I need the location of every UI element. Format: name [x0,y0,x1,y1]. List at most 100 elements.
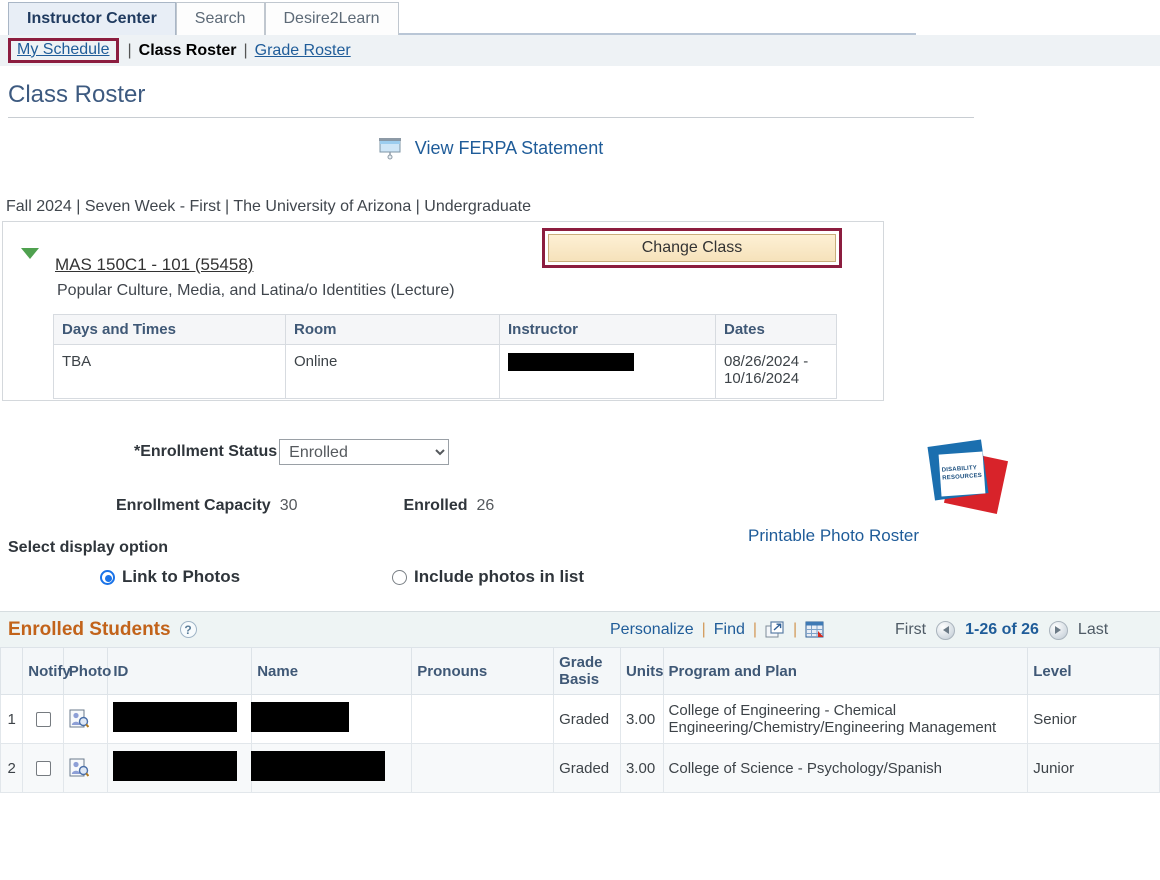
top-tab-strip: Instructor Center Search Desire2Learn [0,0,1160,35]
page-title: Class Roster [8,81,146,108]
row-index: 1 [0,694,24,744]
pager-first-label[interactable]: First [895,621,926,639]
arrow-right-icon[interactable] [1048,620,1068,640]
table-header-row: Notify Photo ID Name Pronouns Grade Basi… [0,647,1160,695]
row-units: 3.00 [619,694,664,744]
tab-desire2learn[interactable]: Desire2Learn [264,2,399,35]
tool-separator-3: | [793,621,798,638]
radio-link-to-photos-label: Link to Photos [122,567,241,586]
header-pronouns: Pronouns [411,647,555,695]
person-search-icon[interactable] [69,758,89,778]
enrolled-count-label: Enrolled [403,497,468,514]
radio-include-photos-in-list[interactable]: Include photos in list [392,567,584,587]
triangle-down-icon[interactable] [21,248,39,259]
subnav-my-schedule[interactable]: My Schedule [17,41,110,58]
redaction-bar-name [251,751,386,781]
row-photo-cell [62,743,109,793]
row-notify-cell [22,743,64,793]
row-photo-cell [62,694,109,744]
table-row: 1 Graded 3.00 College of Engineering - C… [0,694,1160,744]
enrolled-count-value: 26 [476,497,495,514]
header-program-and-plan: Program and Plan [662,647,1029,695]
select-display-option-label: Select display option [8,539,169,556]
pager-last-label[interactable]: Last [1078,621,1108,639]
enrollment-capacity-label: Enrollment Capacity [116,497,271,514]
meeting-dates-value: 08/26/2024 - 10/16/2024 [715,344,837,399]
redaction-bar-id [113,751,238,781]
row-notify-cell [22,694,64,744]
personalize-link[interactable]: Personalize [610,621,694,639]
class-name-text: Popular Culture, Media, and Latina/o Ide… [57,282,455,299]
notify-checkbox[interactable] [35,760,51,776]
open-in-new-window-icon[interactable] [765,621,785,639]
header-photo: Photo [62,647,111,695]
radio-include-photos-label: Include photos in list [414,567,585,586]
meeting-header-instructor: Instructor [499,314,716,345]
logo-text: DISABILITY RESOURCES [941,463,988,482]
arrow-left-icon[interactable] [936,620,956,640]
meeting-header-days: Days and Times [53,314,286,345]
notify-checkbox[interactable] [35,711,51,727]
enrolled-students-toolbar: Enrolled Students ? Personalize | Find |… [0,611,1160,647]
grid-pager: First 1-26 of 26 Last [895,612,1108,648]
tool-separator-2: | [752,621,758,638]
printable-photo-roster-link[interactable]: Printable Photo Roster [748,526,919,546]
meeting-info-table: Days and Times Room Instructor Dates TBA… [53,314,837,399]
pager-range: 1-26 of 26 [965,621,1039,638]
class-code-link[interactable]: MAS 150C1 - 101 (55458) [55,255,253,275]
meeting-header-dates: Dates [715,314,837,345]
disability-resources-logo: DISABILITY RESOURCES [925,437,1011,515]
ferpa-row: View FERPA Statement [0,136,1160,160]
tab-search[interactable]: Search [175,2,265,35]
term-info-line: Fall 2024 | Seven Week - First | The Uni… [6,198,532,215]
row-name-cell [251,694,413,744]
row-units: 3.00 [619,743,664,793]
row-level: Junior [1027,743,1160,793]
meeting-header-room: Room [285,314,500,345]
find-link[interactable]: Find [714,621,745,639]
my-schedule-highlight-box: My Schedule [8,37,119,64]
redaction-bar-name [251,702,350,732]
meeting-days-value: TBA [53,344,286,399]
header-notify: Notify [22,647,71,695]
row-pronouns [411,694,555,744]
redaction-bar-id [113,702,238,732]
header-units: Units [619,647,664,695]
radio-button-unselected-icon[interactable] [392,569,408,585]
row-id-cell [107,743,253,793]
subnav-class-roster: Class Roster [138,41,237,59]
view-ferpa-statement-link[interactable]: View FERPA Statement [415,138,603,159]
meeting-room-value: Online [285,344,500,399]
row-level: Senior [1027,694,1160,744]
subnav-grade-roster[interactable]: Grade Roster [255,42,351,60]
row-grade-basis: Graded [553,694,621,744]
table-row: 2 Graded 3.00 College of Science - Psych… [0,743,1160,793]
radio-link-to-photos[interactable]: Link to Photos [100,567,240,587]
class-detail-panel: MAS 150C1 - 101 (55458) Popular Culture,… [2,221,884,401]
row-index: 2 [0,743,24,793]
row-pronouns [411,743,555,793]
display-option-radio-group: Link to Photos Include photos in list [0,557,1160,587]
sub-navigation: My Schedule | Class Roster | Grade Roste… [0,35,1160,67]
meeting-row: TBA Online 08/26/2024 - 10/16/2024 [53,344,837,399]
subnav-separator-2: | [243,41,248,59]
radio-button-selected-icon[interactable] [100,569,115,585]
change-class-button[interactable]: Change Class [548,234,836,262]
row-name-cell [251,743,413,793]
header-grade-basis: Grade Basis [553,647,621,695]
enrollment-status-select[interactable]: Enrolled [279,439,450,465]
tab-instructor-center[interactable]: Instructor Center [8,2,176,35]
title-divider [8,117,974,118]
enrollment-status-label: *Enrollment Status [134,443,278,460]
person-search-icon[interactable] [69,709,89,729]
header-id: ID [107,647,253,695]
header-level: Level [1027,647,1160,695]
enrolled-students-table: Notify Photo ID Name Pronouns Grade Basi… [0,647,1160,793]
meeting-instructor-value [499,344,716,399]
enrollment-capacity-value: 30 [279,497,298,514]
logo-text-line1: DISABILITY [941,465,978,474]
projector-screen-icon [377,136,403,160]
download-to-excel-icon[interactable] [805,621,825,639]
question-mark-icon[interactable]: ? [179,621,197,638]
meeting-header-row: Days and Times Room Instructor Dates [53,314,837,345]
